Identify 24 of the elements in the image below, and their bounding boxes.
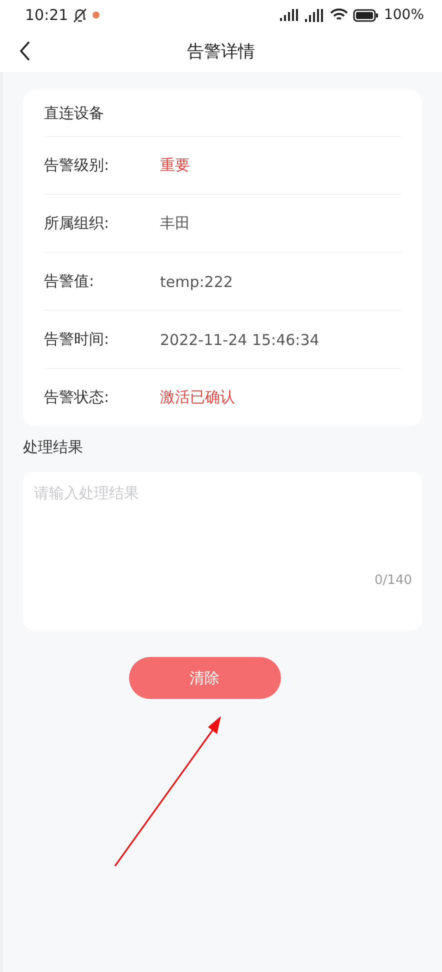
char-counter: 0/140 <box>374 573 412 588</box>
status-time: 10:21 <box>25 6 68 24</box>
page-title: 告警详情 <box>187 40 255 62</box>
battery-icon <box>352 8 379 22</box>
field-value: 激活已确认 <box>160 388 235 407</box>
field-value: 丰田 <box>160 214 190 233</box>
battery-level: 100% <box>384 7 424 23</box>
field-label: 告警值: <box>44 272 96 291</box>
section-title: 处理结果 <box>23 438 83 456</box>
field-label: 告警时间: <box>44 330 110 349</box>
wifi-icon <box>330 8 348 22</box>
field-label: 告警状态: <box>44 388 110 407</box>
back-icon[interactable] <box>19 41 31 61</box>
clear-button[interactable]: 清除 <box>128 657 280 699</box>
field-value: temp:222 <box>160 272 233 290</box>
field-label: 告警级别: <box>44 156 110 175</box>
field-value: 2022-11-24 15:46:34 <box>160 330 320 348</box>
signal-icon <box>280 9 300 21</box>
field-label: 所属组织: <box>44 214 110 233</box>
signal-hd-icon <box>304 8 325 22</box>
bell-off-icon <box>73 7 88 23</box>
field-value: 重要 <box>160 156 190 175</box>
card-title: 直连设备 <box>44 104 104 122</box>
app-icon <box>92 11 100 19</box>
